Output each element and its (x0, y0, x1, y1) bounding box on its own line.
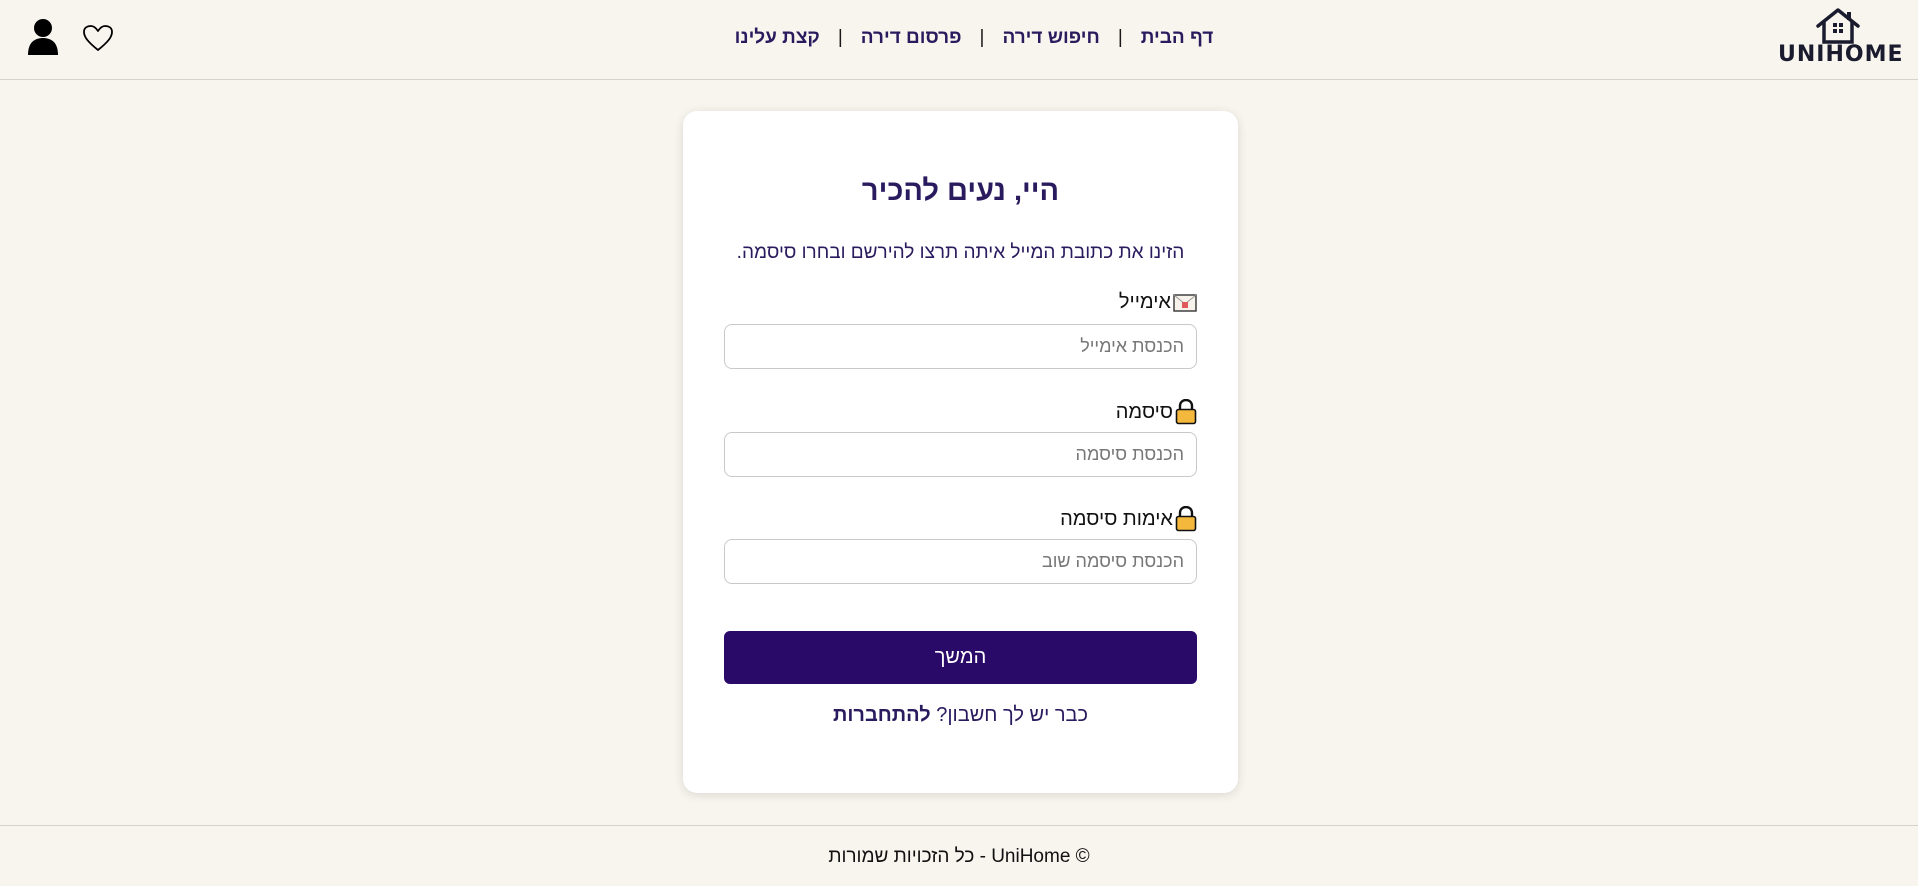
copyright-text: © UniHome - כל הזכויות שמורות (828, 846, 1090, 867)
heart-icon[interactable] (82, 24, 114, 57)
email-label: אימייל (1119, 291, 1197, 314)
footer: © UniHome - כל הזכויות שמורות (0, 825, 1918, 886)
nav-separator: | (837, 27, 843, 48)
email-field[interactable] (724, 324, 1197, 369)
user-icon[interactable] (27, 18, 59, 61)
login-prompt: כבר יש לך חשבון? להתחברות (683, 704, 1238, 727)
password-field[interactable] (724, 432, 1197, 477)
login-link[interactable]: להתחברות (833, 704, 931, 726)
main-nav: דף הבית | חיפוש דירה | פרסום דירה | קצת … (0, 27, 1918, 49)
login-prompt-text: כבר יש לך חשבון? (936, 704, 1088, 726)
email-label-text: אימייל (1118, 291, 1171, 313)
password-label: סיסמה (1116, 399, 1197, 425)
confirm-password-label: אימות סיסמה (1060, 506, 1197, 532)
nav-item-search-apartment[interactable]: חיפוש דירה (1002, 27, 1099, 49)
form-title: היי, נעים להכיר (861, 175, 1060, 207)
nav-item-about[interactable]: קצת עלינו (735, 27, 820, 49)
password-label-text: סיסמה (1115, 400, 1173, 423)
confirm-password-label-text: אימות סיסמה (1060, 507, 1173, 530)
lock-icon (1175, 506, 1197, 532)
signup-card: היי, נעים להכיר הזינו את כתובת המייל אית… (683, 111, 1238, 793)
nav-item-publish-apartment[interactable]: פרסום דירה (861, 27, 962, 49)
confirm-password-field[interactable] (724, 539, 1197, 584)
continue-button[interactable]: המשך (724, 631, 1197, 684)
lock-icon (1175, 399, 1197, 425)
top-bar: UNIHOME דף הבית | חיפוש דירה | פרסום דיר… (0, 0, 1918, 80)
nav-separator: | (979, 27, 985, 48)
nav-separator: | (1117, 27, 1123, 48)
form-subtitle: הזינו את כתובת המייל איתה תרצו להירשם וב… (736, 242, 1185, 263)
envelope-icon (1173, 293, 1197, 312)
nav-item-home[interactable]: דף הבית (1141, 27, 1214, 49)
